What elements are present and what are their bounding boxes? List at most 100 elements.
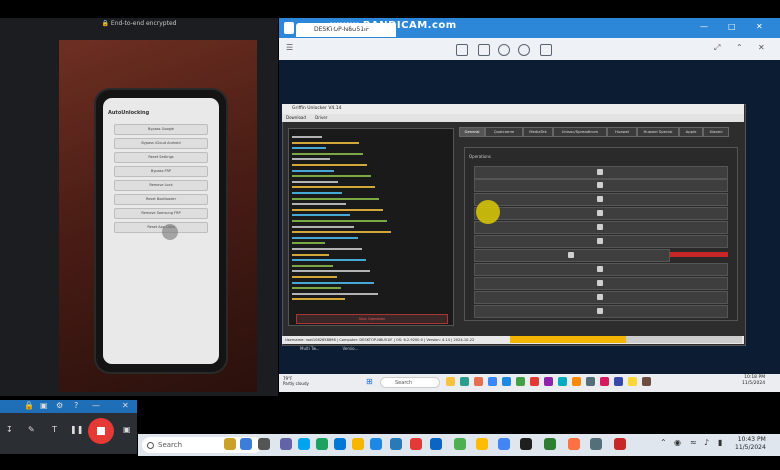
chrome-icon[interactable] xyxy=(476,438,488,450)
app-icon[interactable] xyxy=(240,438,252,450)
operation-button[interactable] xyxy=(474,221,728,234)
chevron-up-icon[interactable]: ⌃ xyxy=(736,43,743,52)
app-icon[interactable] xyxy=(370,438,382,450)
app-icon[interactable] xyxy=(224,438,236,450)
menu-download[interactable]: Download xyxy=(286,115,306,120)
pen-icon[interactable]: ✎ xyxy=(28,425,35,434)
minimize-icon[interactable]: — xyxy=(92,401,100,410)
app-icon[interactable] xyxy=(502,377,511,386)
tab-huawei-special[interactable]: Huawei Special xyxy=(637,127,679,137)
app-icon[interactable] xyxy=(258,438,270,450)
operation-button[interactable] xyxy=(474,193,728,206)
remote-control-icon[interactable] xyxy=(498,44,510,56)
settings-icon[interactable] xyxy=(518,44,530,56)
app-icon[interactable] xyxy=(430,438,442,450)
volume-icon[interactable]: ♪ xyxy=(704,438,709,447)
app-icon[interactable] xyxy=(298,438,310,450)
monitor-icon[interactable] xyxy=(456,44,468,56)
battery-icon[interactable]: ▮ xyxy=(718,438,722,447)
app-icon[interactable] xyxy=(642,377,651,386)
close-icon[interactable]: ✕ xyxy=(122,401,129,410)
edge-icon[interactable] xyxy=(334,438,346,450)
text-icon[interactable]: T xyxy=(52,425,57,434)
operation-button[interactable] xyxy=(474,166,728,179)
screenshot-icon[interactable]: ▣ xyxy=(123,425,131,434)
app-icon[interactable] xyxy=(590,438,602,450)
download-icon[interactable]: ↧ xyxy=(6,425,13,434)
app-icon[interactable] xyxy=(410,438,422,450)
app-icon[interactable] xyxy=(390,438,402,450)
chevron-up-icon[interactable]: ⌃ xyxy=(660,438,667,447)
operation-button[interactable] xyxy=(474,249,670,262)
operation-button[interactable] xyxy=(474,277,728,290)
operation-button[interactable] xyxy=(474,235,728,248)
close-session-icon[interactable]: ✕ xyxy=(758,43,765,52)
phone-button[interactable]: Bypass iCloud Android xyxy=(114,138,208,149)
app-icon[interactable] xyxy=(614,377,623,386)
phone-button[interactable]: Remove Lock xyxy=(114,180,208,191)
tab-apple[interactable]: Apple xyxy=(679,127,703,137)
tab-unisoc[interactable]: Unisoc/Spreadtrum xyxy=(553,127,607,137)
help-icon[interactable]: ? xyxy=(74,401,78,410)
app-icon[interactable] xyxy=(586,377,595,386)
app-icon[interactable] xyxy=(520,438,532,450)
phone-button[interactable]: Remove Samsung FRP xyxy=(114,208,208,219)
touch-indicator xyxy=(162,224,178,240)
app-icon[interactable] xyxy=(544,438,556,450)
app-icon[interactable] xyxy=(454,438,466,450)
gear-icon[interactable]: ⚙ xyxy=(56,401,63,410)
lock-icon[interactable]: 🔒 xyxy=(24,401,34,410)
app-icon[interactable] xyxy=(572,377,581,386)
app-icon[interactable] xyxy=(558,377,567,386)
app-icon[interactable] xyxy=(316,438,328,450)
app-icon[interactable] xyxy=(488,377,497,386)
file-explorer-icon[interactable] xyxy=(352,438,364,450)
operation-button[interactable] xyxy=(474,179,728,192)
chat-icon[interactable] xyxy=(540,44,552,56)
stop-operation-button[interactable]: Stop Operation xyxy=(296,314,448,324)
tab-general[interactable]: General xyxy=(459,127,485,137)
tab-qualcomm[interactable]: Qualcomm xyxy=(485,127,523,137)
tab-mediatek[interactable]: MediaTek xyxy=(523,127,553,137)
phone-button[interactable]: Bypass FRP xyxy=(114,166,208,177)
operation-button[interactable] xyxy=(474,305,728,318)
app-icon[interactable] xyxy=(460,377,469,386)
remote-search-box[interactable]: Search xyxy=(380,377,440,388)
app-icon[interactable] xyxy=(628,377,637,386)
network-icon[interactable]: ◉ xyxy=(674,438,681,447)
windows-start-icon[interactable]: ⊞ xyxy=(366,377,373,386)
app-icon[interactable] xyxy=(516,377,525,386)
app-icon[interactable] xyxy=(530,377,539,386)
app-icon[interactable] xyxy=(498,438,510,450)
app-icon[interactable] xyxy=(568,438,580,450)
maximize-icon[interactable]: □ xyxy=(728,22,736,31)
app-icon[interactable] xyxy=(544,377,553,386)
file-transfer-icon[interactable] xyxy=(478,44,490,56)
fullscreen-icon[interactable]: ⤢ xyxy=(714,43,720,53)
app-icon[interactable] xyxy=(600,377,609,386)
file-explorer-icon[interactable] xyxy=(446,377,455,386)
tab-huawei[interactable]: Huawei xyxy=(607,127,637,137)
app-icon[interactable] xyxy=(614,438,626,450)
phone-button[interactable]: Reset Bootloader xyxy=(114,194,208,205)
app-icon[interactable] xyxy=(474,377,483,386)
operation-button[interactable] xyxy=(474,291,728,304)
wifi-icon[interactable]: ≈ xyxy=(690,438,697,447)
phone-button[interactable]: Reset Settings xyxy=(114,152,208,163)
log-line xyxy=(292,208,383,211)
tab-xiaomi[interactable]: Xiaomi xyxy=(703,127,729,137)
phone-button[interactable]: Reset App Data xyxy=(114,222,208,233)
weather-widget[interactable]: 79°F Partly cloudy xyxy=(283,376,309,386)
menu-icon[interactable]: ☰ xyxy=(286,43,293,52)
minimize-icon[interactable]: — xyxy=(700,22,708,31)
menu-driver[interactable]: Driver xyxy=(315,115,327,120)
log-line xyxy=(292,186,375,189)
teams-icon[interactable] xyxy=(280,438,292,450)
close-icon[interactable]: ✕ xyxy=(756,22,763,31)
pause-icon[interactable]: ❚❚ xyxy=(70,425,83,434)
phone-button[interactable]: Bypass Google xyxy=(114,124,208,135)
operation-button[interactable] xyxy=(474,263,728,276)
operation-button[interactable] xyxy=(474,207,728,220)
operations-label: Operations xyxy=(469,154,491,159)
camera-icon[interactable]: ▣ xyxy=(40,401,48,410)
